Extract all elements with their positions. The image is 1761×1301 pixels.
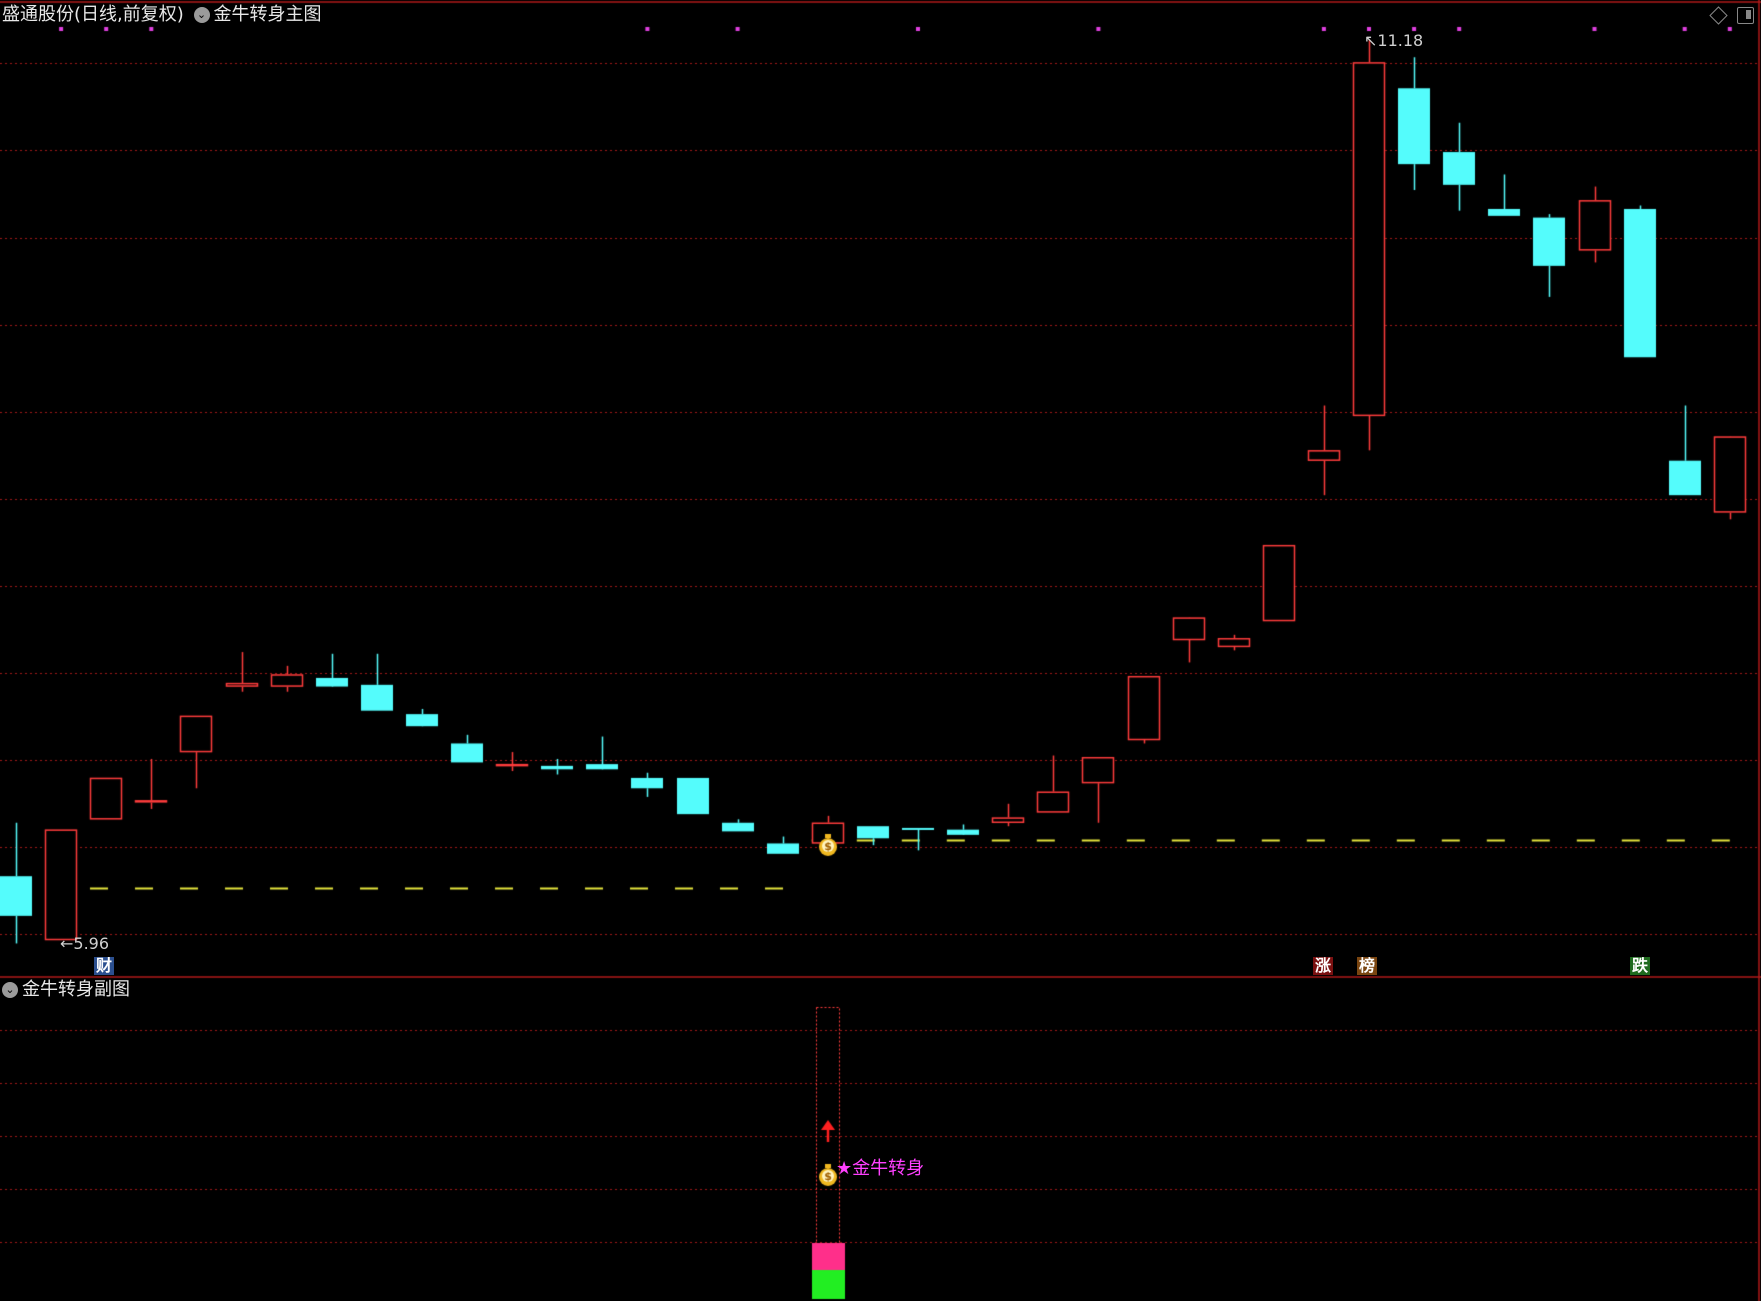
finance-event-marker[interactable]: 财 (94, 957, 114, 975)
limit-down-event-marker[interactable]: 跌 (1630, 957, 1650, 975)
kline-chart[interactable] (0, 0, 1761, 1301)
high-price-label: ↖11.18 (1364, 31, 1424, 50)
chevron-down-icon[interactable]: ⌄ (193, 7, 210, 23)
signal-label: ★金牛转身 (836, 1158, 925, 1179)
ranking-event-marker[interactable]: 榜 (1357, 957, 1377, 975)
window-toggle-icon[interactable] (1737, 7, 1754, 24)
main-indicator-name[interactable]: 金牛转身主图 (214, 4, 322, 25)
low-price-label: ←5.96 (60, 934, 110, 953)
sub-indicator-name[interactable]: 金牛转身副图 (22, 979, 130, 1000)
stock-title[interactable]: 盛通股份(日线,前复权) (2, 4, 184, 25)
main-chart-header: 盛通股份(日线,前复权) ⌄ 金牛转身主图 (2, 5, 322, 25)
sub-chart-header: ⌄ 金牛转身副图 (2, 980, 130, 1000)
chevron-down-icon[interactable]: ⌄ (2, 982, 18, 998)
limit-up-event-marker[interactable]: 涨 (1313, 957, 1333, 975)
